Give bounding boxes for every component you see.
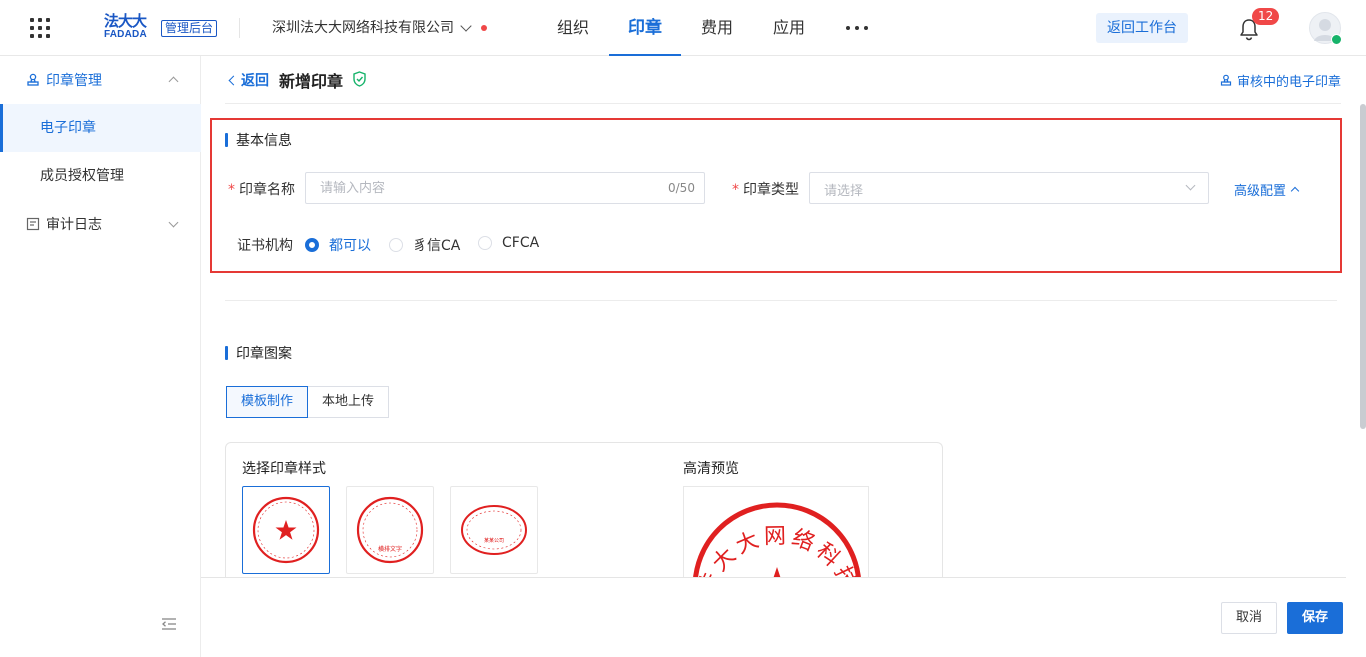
section-divider [225,300,1337,301]
radio-circle [389,238,403,252]
sidebar: 印章管理 电子印章 成员授权管理 审计日志 [0,56,201,657]
seal-icon [27,73,39,86]
label-text: 印章类型 [743,182,799,198]
sidebar-item-member-auth[interactable]: 成员授权管理 [0,152,201,200]
radio-label: 豸信CA [413,238,461,254]
tab-local-upload[interactable]: 本地上传 [308,386,390,418]
seal-sample-text: 横排文字 [378,545,402,553]
sidebar-item-electronic-seal[interactable]: 电子印章 [0,104,201,152]
chevron-down-icon [460,20,472,32]
top-navbar: 法大大 FADADA 管理后台 深圳法大大网络科技有限公司 组织 印章 费用 应… [0,0,1366,56]
sidebar-group-audit-log[interactable]: 审计日志 [0,200,201,248]
preview-seal-image: 法大大网络科技有限 [684,487,862,582]
hd-preview-box: 法大大网络科技有限 [683,486,869,582]
seal-name-input[interactable] [305,172,705,204]
company-alert-dot [481,25,487,31]
nav-fees[interactable]: 费用 [681,0,753,56]
app-grid-icon[interactable] [30,18,50,38]
seal-sample-text: 某某公司 [484,538,504,544]
sidebar-group-label: 审计日志 [46,217,102,233]
page-title: 新增印章 [279,72,344,91]
hd-preview-title: 高清预览 [683,461,739,477]
company-name: 深圳法大大网络科技有限公司 [272,20,454,36]
cert-option-any[interactable]: 都可以 [305,235,371,255]
sidebar-group-label: 印章管理 [46,73,102,89]
logo-cn: 法大大 [104,12,147,30]
main-scrollbar[interactable] [1360,104,1366,576]
logo-en: FADADA [104,29,147,40]
form-footer: 取消 保存 [201,577,1346,657]
admin-badge: 管理后台 [161,20,218,37]
seal-type-select[interactable]: 请选择 [809,172,1209,204]
cert-authority-label: 证书机构 [237,238,293,254]
collapse-sidebar-icon[interactable] [162,618,176,630]
seal-name-label: * 印章名称 [228,179,295,199]
section-title-text: 印章图案 [236,346,292,362]
chevron-up-icon [168,76,179,87]
radio-circle [478,236,492,250]
radio-label: CFCA [502,235,540,251]
basic-info-title: 基本信息 [225,130,292,150]
pattern-source-tabs: 模板制作 本地上传 [226,386,390,418]
nav-seal[interactable]: 印章 [609,0,681,56]
seal-style-round-text[interactable]: 横排文字 [346,486,434,574]
verified-check-icon [1331,34,1342,45]
choose-style-title: 选择印章样式 [242,461,326,477]
label-text: 印章名称 [239,182,295,198]
cert-option-zhixin-ca[interactable]: 豸信CA [389,235,460,255]
pending-review-seals-link[interactable]: 审核中的电子印章 [1220,71,1341,90]
fadada-logo: 法大大 FADADA [104,14,156,42]
cancel-button[interactable]: 取消 [1221,602,1277,634]
notification-count-badge: 12 [1252,8,1280,25]
seal-pattern-card: 选择印章样式 高清预览 横排文字 某某公司 大大网络科技 [225,442,943,582]
sidebar-group-seal-management[interactable]: 印章管理 [0,56,201,104]
seal-type-label: * 印章类型 [732,179,799,199]
back-label: 返回 [241,73,269,89]
main-content: 返回 新增印章 审核中的电子印章 基本信息 *印章名称 0/50 *印章类型 请… [201,56,1366,657]
required-mark: * [732,182,739,198]
company-switcher[interactable]: 深圳法大大网络科技有限公司 [272,18,472,38]
select-placeholder: 请选择 [824,184,864,199]
seal-name-counter: 0/50 [668,181,695,195]
tab-template[interactable]: 模板制作 [226,386,309,418]
more-menu-icon[interactable] [846,18,868,38]
round-star-seal-icon [252,496,320,564]
back-link[interactable]: 返回 [227,70,269,90]
main-nav: 组织 印章 费用 应用 [537,0,825,56]
required-mark: * [228,182,235,198]
seal-icon [1220,74,1232,86]
shield-check-icon [353,71,366,87]
nav-org[interactable]: 组织 [537,0,609,56]
chevron-down-icon [1185,180,1196,191]
radio-label: 都可以 [329,238,371,254]
seal-style-oval[interactable]: 某某公司 [450,486,538,574]
chevron-left-icon [228,75,239,85]
advanced-config-toggle[interactable]: 高级配置 [1234,180,1300,199]
chevron-down-icon [168,217,179,228]
log-icon [26,217,40,231]
audit-link-label: 审核中的电子印章 [1236,75,1341,90]
radio-circle [305,238,319,252]
page-header: 返回 新增印章 审核中的电子印章 [225,56,1341,104]
cert-option-cfca[interactable]: CFCA [478,235,539,251]
chevron-up-icon [1290,186,1300,196]
save-button[interactable]: 保存 [1287,602,1343,634]
scrollbar-thumb[interactable] [1360,104,1366,429]
advanced-label: 高级配置 [1234,184,1287,199]
round-text-seal-icon: 横排文字 [356,496,424,564]
section-title-text: 基本信息 [236,133,292,149]
oval-seal-icon: 某某公司 [461,505,527,555]
back-to-workbench-button[interactable]: 返回工作台 [1096,13,1188,43]
seal-style-round-star[interactable] [242,486,330,574]
nav-divider [239,18,240,38]
seal-pattern-title: 印章图案 [225,343,292,363]
nav-apps[interactable]: 应用 [753,0,825,56]
